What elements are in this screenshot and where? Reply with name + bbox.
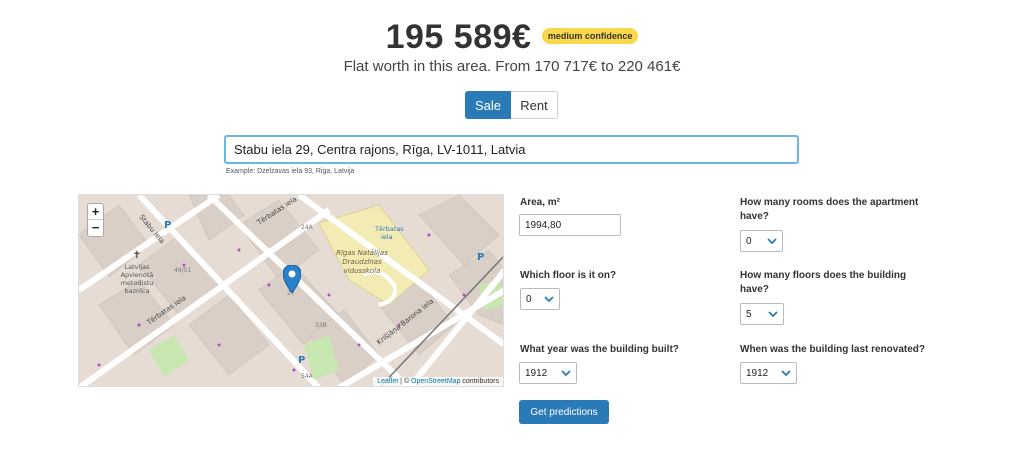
stop-label-iela: iela [381,233,393,241]
confidence-badge: medium confidence [541,27,639,44]
zoom-out-button[interactable]: − [88,220,103,236]
chevron-down-icon [768,311,778,317]
rooms-select-value: 0 [746,235,752,247]
zoom-control: + − [87,203,104,237]
address-input[interactable] [224,135,799,164]
house-number-49-51: 49/51 [174,267,191,274]
stop-label-terbatas: Tērbatas [374,225,404,233]
renovated-year-select[interactable]: 1912 [740,362,797,384]
floors-count-label-line2: have? [740,284,769,295]
chevron-down-icon [781,370,791,376]
house-number-24a: 24A [301,224,314,231]
price-range-subtitle: Flat worth in this area. From 170 717€ t… [343,58,681,75]
renovated-year-select-value: 1912 [746,367,769,379]
chevron-down-icon [544,296,554,302]
floor-label: Which floor is it on? [520,270,617,281]
price-header: 195 589€ medium confidence [0,18,1024,57]
parking-icon: P [477,252,484,263]
house-number-33b: 33B [315,322,327,329]
floors-count-label: How many floors does the building have? [740,269,906,297]
chevron-down-icon [767,238,777,244]
rent-button[interactable]: Rent [511,91,558,119]
school-label-line3: vidusskola [344,267,381,275]
attribution-suffix: contributors [460,378,499,385]
floors-count-select[interactable]: 5 [740,303,784,325]
school-label-line2: Draudzīnas [342,258,382,266]
floor-select[interactable]: 0 [520,288,560,310]
renovated-year-label: When was the building last renovated? [740,344,926,355]
parking-icon: P [164,220,171,231]
rooms-label-line2: have? [740,211,769,222]
address-example: Example: Dzelzavas iela 93, Riga, Latvij… [226,168,355,175]
rooms-select[interactable]: 0 [740,230,783,252]
chevron-down-icon [561,370,571,376]
church-label-line4: baznīca [124,287,149,295]
area-input[interactable] [519,214,621,236]
built-year-select[interactable]: 1912 [519,362,577,384]
leaflet-link[interactable]: Leaflet [377,378,398,385]
estimated-price: 195 589€ [385,18,532,56]
get-predictions-button[interactable]: Get predictions [519,400,609,424]
church-cross-icon: ✝ [133,250,141,261]
floors-count-label-line1: How many floors does the building [740,270,907,281]
rooms-label: How many rooms does the apartment have? [740,196,918,224]
floors-count-select-value: 5 [746,308,752,320]
sale-rent-toggle: Sale Rent [465,91,558,119]
church-label-line1: Latvijas [125,263,151,271]
floor-select-value: 0 [526,293,532,305]
house-number-54a: 54A [301,373,314,380]
map[interactable]: Stabu iela Tērbatas iela Tērbatas iela K… [78,194,504,387]
zoom-in-button[interactable]: + [88,204,103,220]
school-label-line1: Rīgas Natālijas [336,249,388,257]
attribution-separator: | © [398,378,412,385]
built-year-select-value: 1912 [525,367,548,379]
sale-button[interactable]: Sale [465,91,511,119]
built-year-label: What year was the building built? [520,344,679,355]
church-label-line2: Apvienotā [121,271,154,279]
osm-link[interactable]: OpenStreetMap [411,378,460,385]
church-label-line3: metodistu [121,279,154,287]
map-attribution: Leaflet | © OpenStreetMap contributors [373,377,503,386]
rooms-label-line1: How many rooms does the apartment [740,197,919,208]
area-label: Area, m² [520,197,561,208]
parking-icon: P [298,355,305,366]
